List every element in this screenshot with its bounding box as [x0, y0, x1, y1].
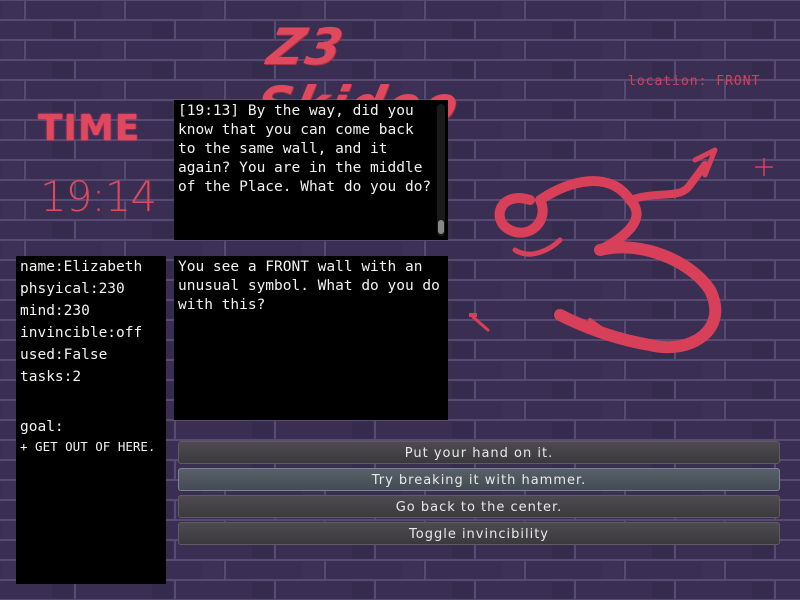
action-button-hammer[interactable]: Try breaking it with hammer. [178, 468, 780, 491]
location-readout: location: FRONT [628, 74, 760, 89]
location-label: location: [628, 74, 708, 89]
stat-used: used:False [20, 347, 108, 363]
stat-tasks: tasks:2 [20, 369, 82, 385]
graffiti-3-symbol-icon[interactable] [490, 140, 750, 370]
stat-invincible: invincible:off [20, 325, 143, 341]
goal-item: + GET OUT OF HERE. [20, 439, 156, 454]
stat-physical: phsyical:230 [20, 281, 125, 297]
action-button-center[interactable]: Go back to the center. [178, 495, 780, 518]
goal-label: goal: [20, 419, 64, 435]
action-button-invincibility[interactable]: Toggle invincibility [178, 522, 780, 545]
message-log-scrollbar[interactable] [437, 104, 445, 236]
scrollbar-thumb[interactable] [438, 220, 444, 234]
location-value: FRONT [716, 74, 761, 89]
stat-name: name:Elizabeth [20, 259, 143, 275]
message-log-panel[interactable]: [19:13] By the way, did you know that yo… [174, 100, 448, 240]
scene-description-text: You see a FRONT wall with an unusual sym… [178, 259, 449, 313]
time-label: TIME [38, 108, 141, 149]
time-value: 19:14 [40, 172, 157, 221]
scene-description-panel: You see a FRONT wall with an unusual sym… [174, 256, 448, 420]
player-stats-panel: name:Elizabeth phsyical:230 mind:230 inv… [16, 256, 166, 584]
game-title: Z3 Skidoo [250, 18, 465, 134]
stat-mind: mind:230 [20, 303, 90, 319]
action-button-hand[interactable]: Put your hand on it. [178, 441, 780, 464]
hammer-icon [469, 313, 490, 332]
message-log-text: [19:13] By the way, did you know that yo… [178, 103, 432, 195]
crosshair-icon [755, 158, 773, 176]
